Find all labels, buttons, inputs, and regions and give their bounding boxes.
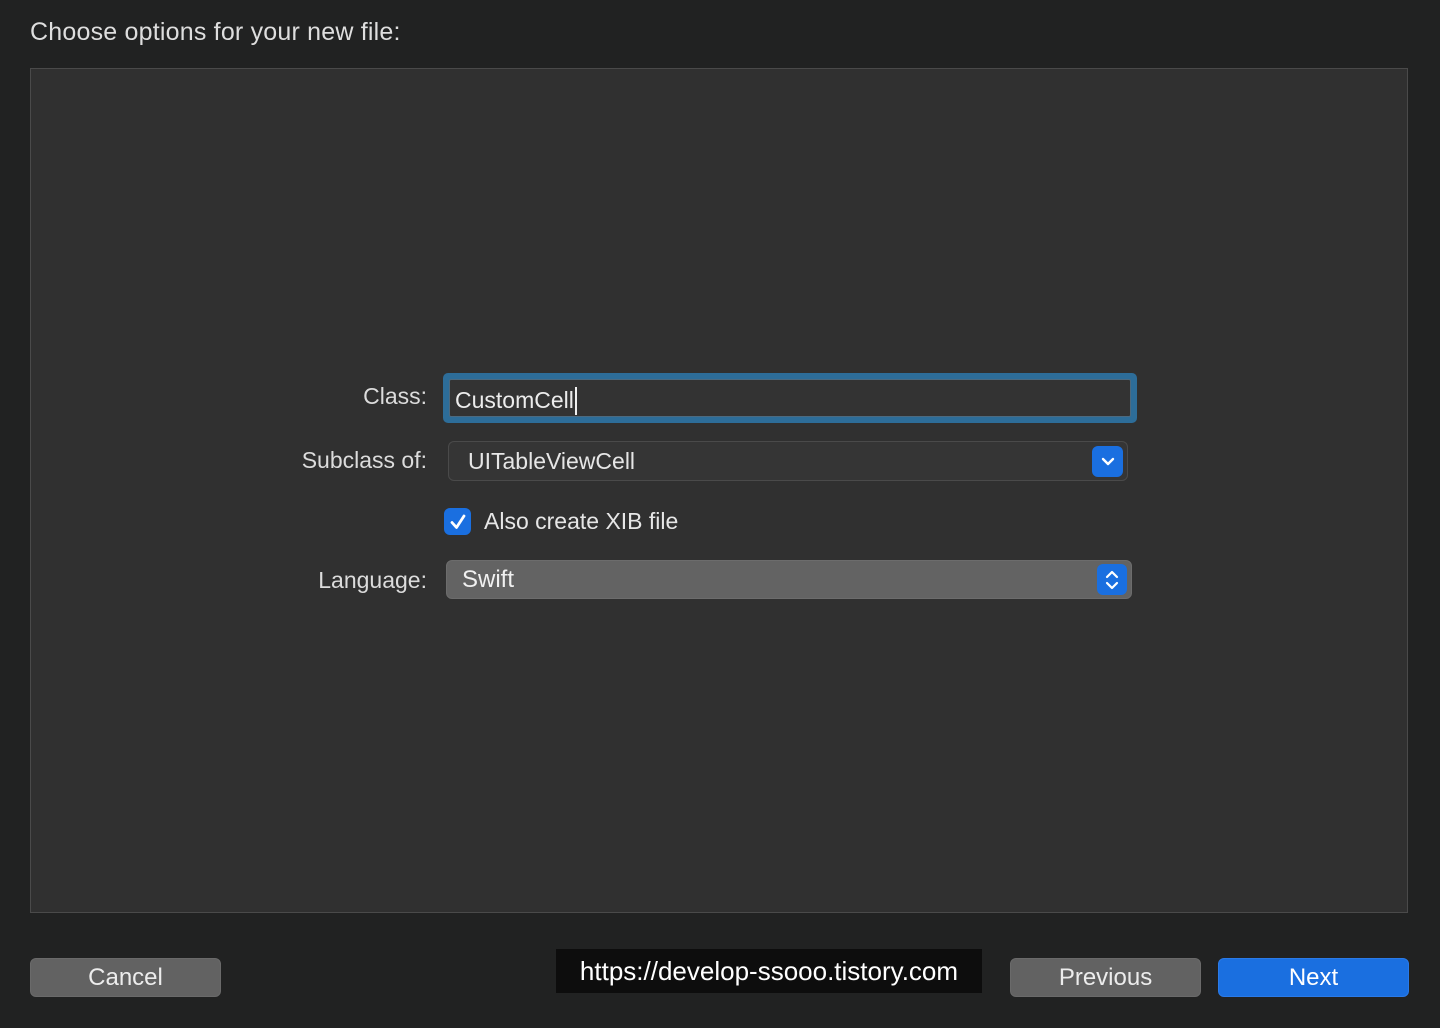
chevron-down-icon[interactable] xyxy=(1092,446,1123,477)
class-name-field[interactable]: CustomCell xyxy=(443,373,1137,423)
sheet-heading: Choose options for your new file: xyxy=(30,18,401,46)
language-popup[interactable]: Swift xyxy=(446,560,1132,599)
subclass-popup[interactable]: UITableViewCell xyxy=(448,441,1128,481)
subclass-label: Subclass of: xyxy=(301,447,427,473)
checkmark-icon xyxy=(450,514,465,529)
up-down-chevron-icon[interactable] xyxy=(1097,564,1127,595)
language-value: Swift xyxy=(462,565,515,593)
next-button[interactable]: Next xyxy=(1218,958,1409,997)
new-file-options-sheet: Choose options for your new file: Class:… xyxy=(0,0,1440,1028)
watermark-url: https://develop-ssooo.tistory.com xyxy=(556,949,982,993)
cancel-button[interactable]: Cancel xyxy=(30,958,221,997)
xib-checkbox-row[interactable]: Also create XIB file xyxy=(444,508,678,535)
options-panel xyxy=(30,68,1408,913)
subclass-value: UITableViewCell xyxy=(468,447,636,474)
xib-checkbox[interactable] xyxy=(444,508,471,535)
class-label: Class: xyxy=(363,383,427,409)
previous-button[interactable]: Previous xyxy=(1010,958,1201,997)
class-name-value: CustomCell xyxy=(455,387,574,413)
xib-checkbox-label[interactable]: Also create XIB file xyxy=(484,508,678,535)
class-name-input[interactable]: CustomCell xyxy=(449,379,1131,417)
text-caret xyxy=(574,386,577,415)
language-label: Language: xyxy=(318,567,427,593)
